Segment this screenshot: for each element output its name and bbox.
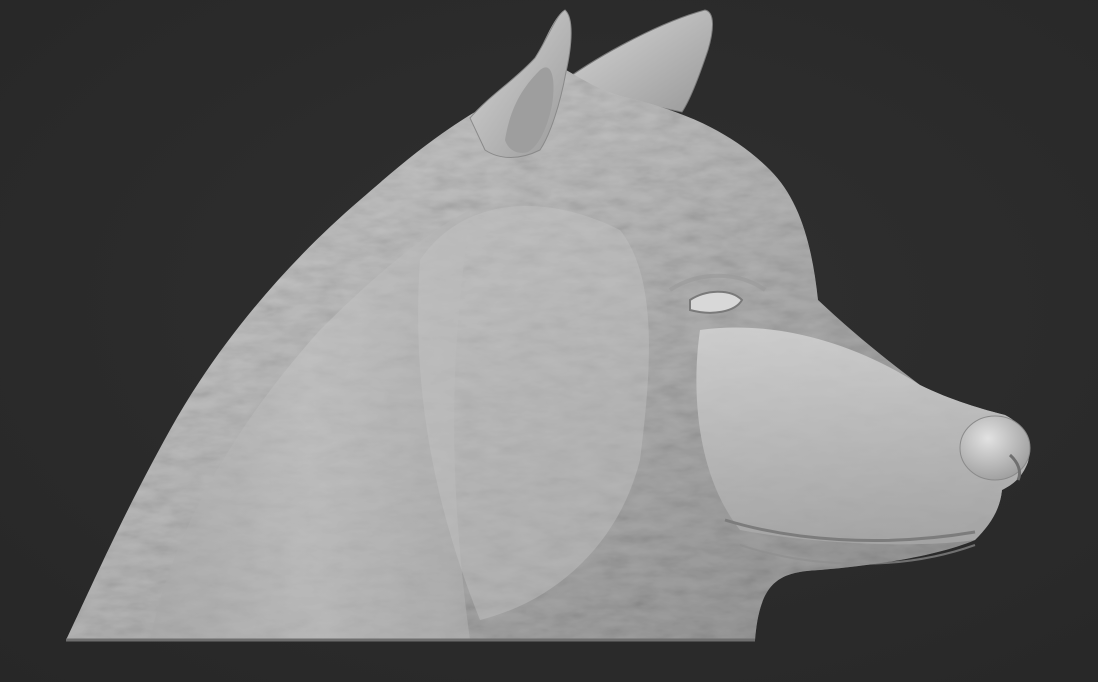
wolf-head-sculpt[interactable] (0, 0, 1098, 682)
3d-viewport[interactable] (0, 0, 1098, 682)
